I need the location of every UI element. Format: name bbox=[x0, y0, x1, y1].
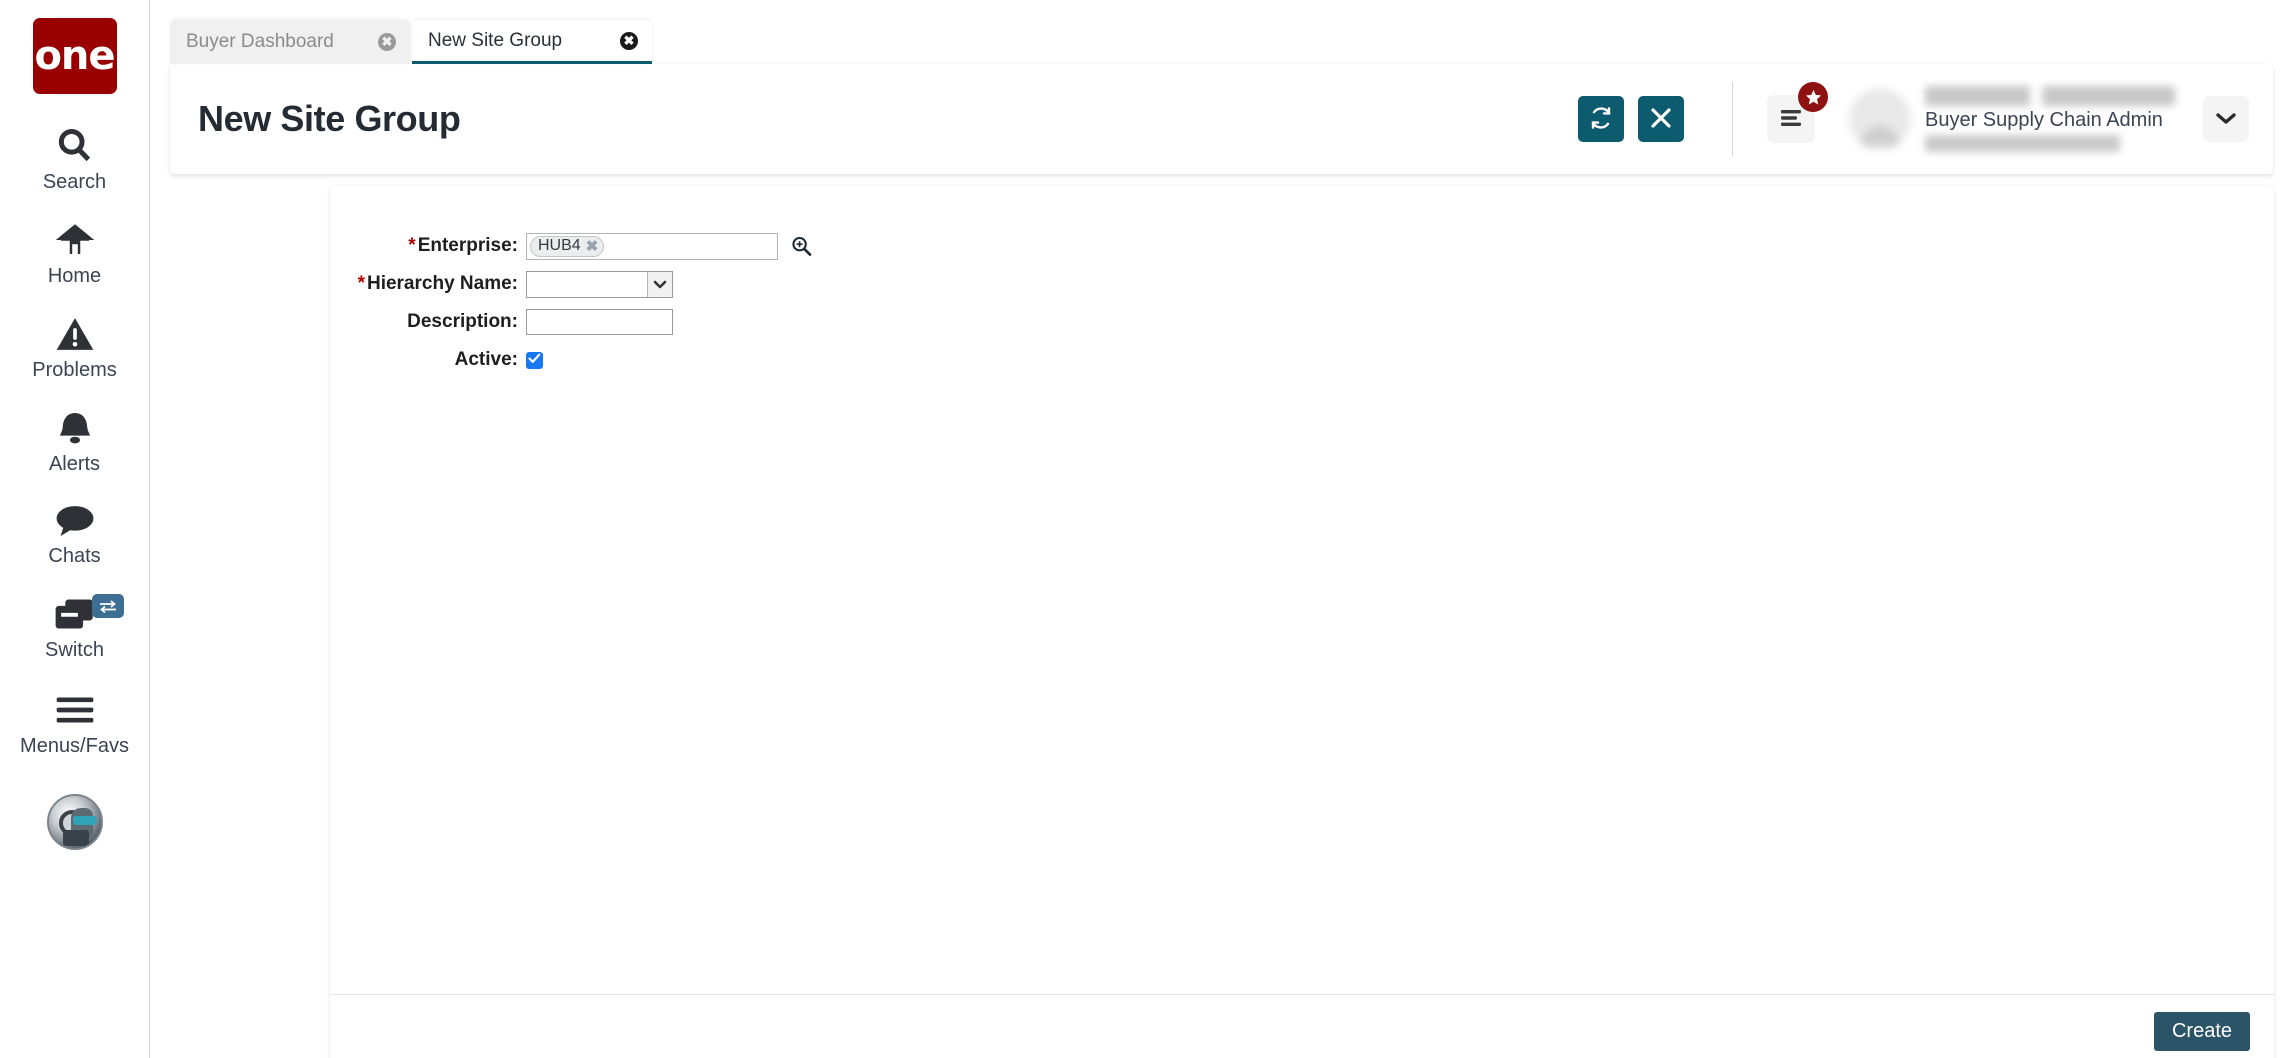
sidebar-item-label: Problems bbox=[32, 359, 117, 381]
user-profile[interactable]: Buyer Supply Chain Admin bbox=[1849, 86, 2175, 152]
switch-windows-icon bbox=[54, 592, 96, 636]
tab-strip: Buyer Dashboard ✖ New Site Group ✖ bbox=[150, 0, 2283, 64]
menu-favorites-button[interactable] bbox=[1767, 82, 1828, 143]
chip-remove-icon[interactable]: ✖ bbox=[586, 239, 599, 254]
header-actions: Buyer Supply Chain Admin bbox=[1564, 64, 2273, 174]
active-checkbox[interactable] bbox=[526, 351, 543, 369]
select-value bbox=[527, 272, 647, 297]
page-title: New Site Group bbox=[198, 98, 461, 139]
required-marker: * bbox=[408, 235, 416, 256]
sidebar: one Search Home Problems Alerts Chats Sw… bbox=[0, 0, 150, 1058]
one-network-logo[interactable]: one bbox=[32, 18, 117, 94]
close-circle-icon[interactable]: ✖ bbox=[620, 31, 638, 50]
sidebar-item-label: Search bbox=[42, 171, 107, 193]
home-icon bbox=[54, 218, 96, 262]
create-button[interactable]: Create bbox=[2153, 1012, 2250, 1051]
field-label-hierarchy-name: * Hierarchy Name: bbox=[330, 273, 526, 295]
sidebar-item-search[interactable]: Search bbox=[0, 124, 150, 194]
sidebar-item-label: Chats bbox=[48, 545, 101, 567]
field-label-active: Active: bbox=[330, 349, 526, 371]
form-card: * Enterprise: HUB4 ✖ * Hierarchy Name: D… bbox=[330, 186, 2274, 1058]
checkmark-icon bbox=[528, 351, 541, 369]
enterprise-chip: HUB4 ✖ bbox=[530, 235, 605, 257]
tab-new-site-group[interactable]: New Site Group ✖ bbox=[412, 20, 652, 64]
main-area: Buyer Dashboard ✖ New Site Group ✖ New S… bbox=[150, 0, 2283, 1058]
form: * Enterprise: HUB4 ✖ * Hierarchy Name: D… bbox=[330, 186, 2274, 374]
field-row-description: Description: bbox=[330, 308, 2274, 336]
field-row-enterprise: * Enterprise: HUB4 ✖ bbox=[330, 232, 2274, 260]
hierarchy-name-select[interactable] bbox=[526, 270, 673, 298]
user-avatar bbox=[1849, 88, 1911, 150]
magnifier-plus-icon[interactable] bbox=[790, 235, 812, 257]
user-role: Buyer Supply Chain Admin bbox=[1925, 109, 2163, 131]
ai-assistant-avatar[interactable] bbox=[46, 794, 103, 850]
field-row-hierarchy-name: * Hierarchy Name: bbox=[330, 270, 2274, 298]
tab-label: New Site Group bbox=[428, 29, 563, 51]
close-page-button[interactable] bbox=[1638, 96, 1684, 142]
label-text: Enterprise: bbox=[417, 235, 518, 256]
refresh-icon bbox=[1589, 106, 1613, 133]
sidebar-item-label: Menus/Favs bbox=[20, 735, 129, 757]
user-email bbox=[1925, 135, 2175, 152]
hamburger-menu-icon bbox=[1778, 108, 1804, 131]
page-header: New Site Group Buyer Supply Chain Admin bbox=[170, 64, 2273, 174]
sidebar-item-switch[interactable]: Switch bbox=[0, 592, 150, 662]
sidebar-item-label: Switch bbox=[45, 639, 104, 661]
required-marker: * bbox=[357, 273, 365, 294]
field-row-active: Active: bbox=[330, 346, 2274, 374]
bell-icon bbox=[56, 406, 94, 450]
field-label-enterprise: * Enterprise: bbox=[330, 235, 526, 257]
sidebar-item-home[interactable]: Home bbox=[0, 218, 150, 288]
header-divider bbox=[1732, 82, 1733, 156]
sidebar-item-alerts[interactable]: Alerts bbox=[0, 406, 150, 476]
sidebar-item-menus-favs[interactable]: Menus/Favs bbox=[0, 688, 150, 758]
user-menu-toggle[interactable] bbox=[2203, 96, 2249, 142]
field-label-description: Description: bbox=[330, 311, 526, 333]
enterprise-input[interactable]: HUB4 ✖ bbox=[526, 232, 778, 260]
search-icon bbox=[55, 124, 95, 168]
label-text: Description: bbox=[407, 311, 518, 332]
refresh-button[interactable] bbox=[1578, 96, 1624, 142]
warning-triangle-icon bbox=[55, 312, 95, 356]
hamburger-icon bbox=[55, 688, 95, 732]
chevron-down-icon[interactable] bbox=[647, 271, 672, 297]
close-circle-icon[interactable]: ✖ bbox=[378, 33, 396, 51]
tab-buyer-dashboard[interactable]: Buyer Dashboard ✖ bbox=[170, 20, 410, 64]
label-text: Active: bbox=[454, 349, 518, 370]
form-footer: Create bbox=[330, 995, 2274, 1058]
sidebar-item-label: Alerts bbox=[48, 453, 101, 475]
exchange-arrows-icon[interactable] bbox=[91, 594, 124, 618]
star-icon bbox=[1798, 82, 1828, 112]
user-name bbox=[1925, 86, 2175, 106]
chat-bubble-icon bbox=[54, 498, 96, 542]
user-info: Buyer Supply Chain Admin bbox=[1925, 86, 2175, 152]
application-root: one Search Home Problems Alerts Chats Sw… bbox=[0, 0, 2283, 1058]
logo-text: one bbox=[34, 33, 115, 79]
chevron-down-icon bbox=[2215, 111, 2237, 128]
sidebar-item-chats[interactable]: Chats bbox=[0, 498, 150, 568]
label-text: Hierarchy Name: bbox=[366, 273, 518, 294]
chip-label: HUB4 bbox=[538, 237, 581, 254]
sidebar-item-label: Home bbox=[47, 265, 102, 287]
sidebar-item-problems[interactable]: Problems bbox=[0, 312, 150, 382]
description-input[interactable] bbox=[526, 309, 673, 335]
tab-label: Buyer Dashboard bbox=[186, 31, 334, 52]
close-x-icon bbox=[1650, 107, 1672, 132]
